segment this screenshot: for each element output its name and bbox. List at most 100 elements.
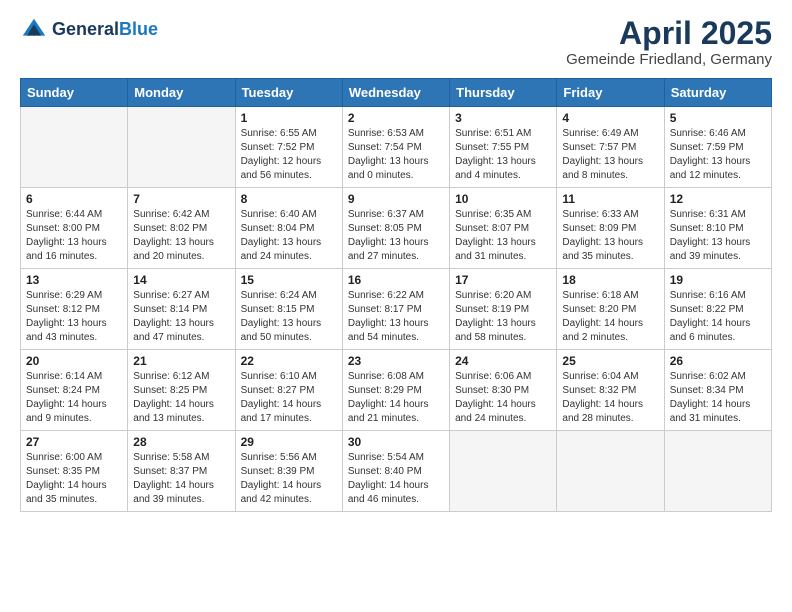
day-number: 2 <box>348 111 444 125</box>
logo-blue-text: Blue <box>119 19 158 39</box>
calendar-cell: 1 Sunrise: 6:55 AMSunset: 7:52 PMDaylight… <box>235 107 342 188</box>
calendar-cell <box>557 431 664 512</box>
logo: GeneralBlue <box>20 16 158 44</box>
day-number: 8 <box>241 192 337 206</box>
day-info: Sunrise: 6:27 AMSunset: 8:14 PMDaylight:… <box>133 289 229 345</box>
day-info: Sunrise: 6:53 AMSunset: 7:54 PMDaylight:… <box>348 127 444 183</box>
calendar-cell <box>21 107 128 188</box>
day-number: 12 <box>670 192 766 206</box>
calendar-cell: 19 Sunrise: 6:16 AMSunset: 8:22 PMDayligh… <box>664 269 771 350</box>
week-row-2: 13 Sunrise: 6:29 AMSunset: 8:12 PMDayligh… <box>21 269 772 350</box>
day-header-monday: Monday <box>128 79 235 107</box>
calendar-cell: 14 Sunrise: 6:27 AMSunset: 8:14 PMDayligh… <box>128 269 235 350</box>
day-number: 27 <box>26 435 122 449</box>
day-number: 19 <box>670 273 766 287</box>
logo-icon <box>20 16 48 44</box>
day-number: 25 <box>562 354 658 368</box>
week-row-4: 27 Sunrise: 6:00 AMSunset: 8:35 PMDayligh… <box>21 431 772 512</box>
day-info: Sunrise: 6:33 AMSunset: 8:09 PMDaylight:… <box>562 208 658 264</box>
day-number: 18 <box>562 273 658 287</box>
week-row-3: 20Sunrise: 6:14 AMSunset: 8:24 PMDayligh… <box>21 350 772 431</box>
calendar-cell: 23 Sunrise: 6:08 AMSunset: 8:29 PMDayligh… <box>342 350 449 431</box>
day-info: Sunrise: 6:20 AMSunset: 8:19 PMDaylight:… <box>455 289 551 345</box>
day-number: 1 <box>241 111 337 125</box>
day-info: Sunrise: 6:24 AMSunset: 8:15 PMDaylight:… <box>241 289 337 345</box>
day-info: Sunrise: 5:58 AMSunset: 8:37 PMDaylight:… <box>133 451 229 507</box>
calendar-cell: 22Sunrise: 6:10 AMSunset: 8:27 PMDayligh… <box>235 350 342 431</box>
day-header-saturday: Saturday <box>664 79 771 107</box>
day-number: 30 <box>348 435 444 449</box>
calendar-cell: 2 Sunrise: 6:53 AMSunset: 7:54 PMDaylight… <box>342 107 449 188</box>
logo-general-text: General <box>52 19 119 39</box>
calendar-cell: 30Sunrise: 5:54 AMSunset: 8:40 PMDayligh… <box>342 431 449 512</box>
calendar-cell: 28 Sunrise: 5:58 AMSunset: 8:37 PMDayligh… <box>128 431 235 512</box>
day-number: 20 <box>26 354 122 368</box>
calendar-cell: 26Sunrise: 6:02 AMSunset: 8:34 PMDayligh… <box>664 350 771 431</box>
day-number: 9 <box>348 192 444 206</box>
day-number: 13 <box>26 273 122 287</box>
day-info: Sunrise: 6:00 AMSunset: 8:35 PMDaylight:… <box>26 451 122 507</box>
calendar-cell: 3 Sunrise: 6:51 AMSunset: 7:55 PMDaylight… <box>450 107 557 188</box>
calendar-cell: 16Sunrise: 6:22 AMSunset: 8:17 PMDayligh… <box>342 269 449 350</box>
week-row-0: 1 Sunrise: 6:55 AMSunset: 7:52 PMDaylight… <box>21 107 772 188</box>
day-info: Sunrise: 6:16 AMSunset: 8:22 PMDaylight:… <box>670 289 766 345</box>
day-number: 5 <box>670 111 766 125</box>
day-number: 6 <box>26 192 122 206</box>
day-info: Sunrise: 6:31 AMSunset: 8:10 PMDaylight:… <box>670 208 766 264</box>
day-info: Sunrise: 6:44 AMSunset: 8:00 PMDaylight:… <box>26 208 122 264</box>
day-info: Sunrise: 6:22 AMSunset: 8:17 PMDaylight:… <box>348 289 444 345</box>
calendar-cell <box>664 431 771 512</box>
day-number: 21 <box>133 354 229 368</box>
week-row-1: 6 Sunrise: 6:44 AMSunset: 8:00 PMDaylight… <box>21 188 772 269</box>
day-info: Sunrise: 6:08 AMSunset: 8:29 PMDaylight:… <box>348 370 444 426</box>
day-info: Sunrise: 6:12 AMSunset: 8:25 PMDaylight:… <box>133 370 229 426</box>
day-header-friday: Friday <box>557 79 664 107</box>
title-area: April 2025 Gemeinde Friedland, Germany <box>566 16 772 68</box>
calendar-cell: 7 Sunrise: 6:42 AMSunset: 8:02 PMDaylight… <box>128 188 235 269</box>
day-number: 7 <box>133 192 229 206</box>
day-info: Sunrise: 6:18 AMSunset: 8:20 PMDaylight:… <box>562 289 658 345</box>
day-info: Sunrise: 6:46 AMSunset: 7:59 PMDaylight:… <box>670 127 766 183</box>
calendar-cell: 29Sunrise: 5:56 AMSunset: 8:39 PMDayligh… <box>235 431 342 512</box>
calendar-cell: 4Sunrise: 6:49 AMSunset: 7:57 PMDaylight… <box>557 107 664 188</box>
day-number: 17 <box>455 273 551 287</box>
day-header-thursday: Thursday <box>450 79 557 107</box>
calendar-subtitle: Gemeinde Friedland, Germany <box>566 51 772 68</box>
day-number: 14 <box>133 273 229 287</box>
day-info: Sunrise: 6:49 AMSunset: 7:57 PMDaylight:… <box>562 127 658 183</box>
day-info: Sunrise: 6:10 AMSunset: 8:27 PMDaylight:… <box>241 370 337 426</box>
calendar-cell: 11Sunrise: 6:33 AMSunset: 8:09 PMDayligh… <box>557 188 664 269</box>
calendar-cell: 13 Sunrise: 6:29 AMSunset: 8:12 PMDayligh… <box>21 269 128 350</box>
day-number: 28 <box>133 435 229 449</box>
day-header-tuesday: Tuesday <box>235 79 342 107</box>
day-header-wednesday: Wednesday <box>342 79 449 107</box>
day-number: 15 <box>241 273 337 287</box>
calendar-cell: 8 Sunrise: 6:40 AMSunset: 8:04 PMDaylight… <box>235 188 342 269</box>
calendar-cell: 10Sunrise: 6:35 AMSunset: 8:07 PMDayligh… <box>450 188 557 269</box>
day-info: Sunrise: 6:29 AMSunset: 8:12 PMDaylight:… <box>26 289 122 345</box>
day-info: Sunrise: 6:42 AMSunset: 8:02 PMDaylight:… <box>133 208 229 264</box>
calendar-cell: 25Sunrise: 6:04 AMSunset: 8:32 PMDayligh… <box>557 350 664 431</box>
calendar-cell: 27 Sunrise: 6:00 AMSunset: 8:35 PMDayligh… <box>21 431 128 512</box>
day-info: Sunrise: 6:51 AMSunset: 7:55 PMDaylight:… <box>455 127 551 183</box>
calendar-cell: 12 Sunrise: 6:31 AMSunset: 8:10 PMDayligh… <box>664 188 771 269</box>
calendar-title: April 2025 <box>566 16 772 51</box>
day-info: Sunrise: 6:35 AMSunset: 8:07 PMDaylight:… <box>455 208 551 264</box>
day-number: 26 <box>670 354 766 368</box>
calendar-cell: 9Sunrise: 6:37 AMSunset: 8:05 PMDaylight… <box>342 188 449 269</box>
day-number: 3 <box>455 111 551 125</box>
day-info: Sunrise: 6:06 AMSunset: 8:30 PMDaylight:… <box>455 370 551 426</box>
calendar-table: SundayMondayTuesdayWednesdayThursdayFrid… <box>20 78 772 512</box>
calendar-cell: 6 Sunrise: 6:44 AMSunset: 8:00 PMDaylight… <box>21 188 128 269</box>
calendar-cell: 20Sunrise: 6:14 AMSunset: 8:24 PMDayligh… <box>21 350 128 431</box>
day-info: Sunrise: 6:40 AMSunset: 8:04 PMDaylight:… <box>241 208 337 264</box>
day-header-row: SundayMondayTuesdayWednesdayThursdayFrid… <box>21 79 772 107</box>
calendar-cell <box>450 431 557 512</box>
day-number: 29 <box>241 435 337 449</box>
day-number: 23 <box>348 354 444 368</box>
calendar-cell: 17 Sunrise: 6:20 AMSunset: 8:19 PMDayligh… <box>450 269 557 350</box>
calendar-cell: 15 Sunrise: 6:24 AMSunset: 8:15 PMDayligh… <box>235 269 342 350</box>
day-info: Sunrise: 6:55 AMSunset: 7:52 PMDaylight:… <box>241 127 337 183</box>
calendar-cell <box>128 107 235 188</box>
calendar-cell: 24Sunrise: 6:06 AMSunset: 8:30 PMDayligh… <box>450 350 557 431</box>
